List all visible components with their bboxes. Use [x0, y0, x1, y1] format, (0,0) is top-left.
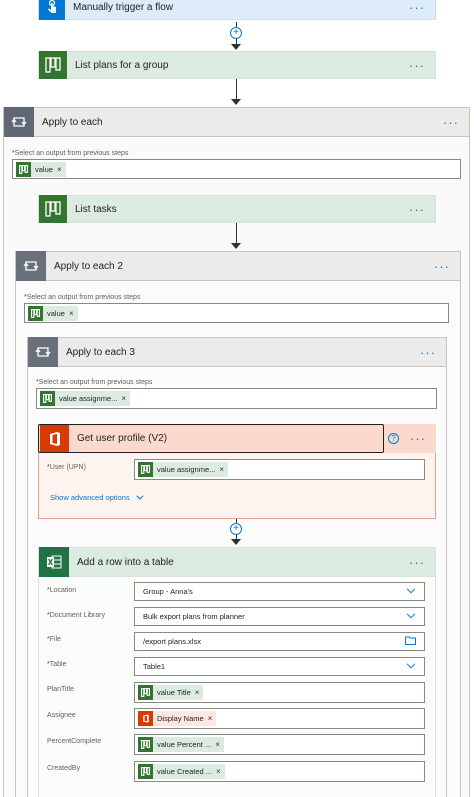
list-tasks-more-button[interactable]: ···	[409, 203, 425, 216]
remove-token-button[interactable]: ×	[195, 688, 200, 697]
remove-token-button[interactable]: ×	[121, 394, 126, 403]
remove-token-button[interactable]: ×	[69, 309, 74, 318]
apply-each-2-select-label: *Select an output from previous steps	[24, 294, 141, 301]
apply-each-1-select-field[interactable]: value ×	[12, 159, 461, 179]
apply-each-3-more-button[interactable]: ···	[420, 346, 436, 359]
user-upn-field[interactable]: value assignme... ×	[134, 459, 425, 480]
apply-each-1-more-button[interactable]: ···	[443, 116, 459, 129]
user-upn-label: *User (UPN)	[47, 464, 86, 471]
planner-icon	[138, 737, 153, 752]
document-library-dropdown[interactable]: Bulk export plans from planner	[134, 607, 425, 626]
apply-each-1-select-label: *Select an output from previous steps	[12, 150, 129, 157]
remove-token-button[interactable]: ×	[215, 740, 220, 749]
add-row-title: Add a row into a table	[77, 556, 174, 568]
connector-arrow	[231, 99, 241, 105]
loop-icon	[4, 107, 34, 137]
plan-title-field[interactable]: value Title ×	[134, 682, 425, 703]
display-name-token[interactable]: Display Name ×	[138, 711, 217, 726]
assignee-field[interactable]: Display Name ×	[134, 708, 425, 729]
apply-each-2-select-field[interactable]: value ×	[24, 303, 449, 323]
value-assignments-token[interactable]: value assignme... ×	[138, 462, 229, 477]
value-assignments-token[interactable]: value assignme... ×	[40, 391, 131, 406]
add-row-header[interactable]: Add a row into a table ···	[38, 547, 436, 577]
planner-icon	[39, 195, 67, 223]
value-percent-token[interactable]: value Percent ... ×	[138, 737, 224, 752]
table-label: *Table	[47, 661, 67, 668]
remove-token-button[interactable]: ×	[219, 465, 224, 474]
planner-icon	[16, 161, 31, 177]
apply-each-3-select-field[interactable]: value assignme... ×	[36, 388, 437, 409]
add-row-more-button[interactable]: ···	[409, 556, 425, 569]
connector-arrow	[231, 44, 241, 50]
connector-line	[236, 223, 237, 245]
connector-arrow	[231, 539, 241, 545]
chevron-down-icon	[406, 659, 416, 668]
loop-icon	[16, 251, 46, 281]
remove-token-button[interactable]: ×	[208, 714, 213, 723]
trigger-card[interactable]: Manually trigger a flow ···	[38, 0, 436, 20]
selected-outline	[38, 424, 384, 453]
list-plans-title: List plans for a group	[75, 59, 169, 71]
created-by-field[interactable]: value Created ... ×	[134, 761, 425, 782]
plan-title-label: PlanTitle	[47, 686, 74, 693]
percent-complete-field[interactable]: value Percent ... ×	[134, 734, 425, 755]
value-created-token[interactable]: value Created ... ×	[138, 764, 225, 779]
touch-trigger-icon	[39, 0, 65, 20]
file-input[interactable]: /export plans.xlsx	[134, 632, 425, 651]
value-token[interactable]: value ×	[28, 305, 78, 321]
planner-icon	[138, 462, 153, 477]
apply-each-2-title: Apply to each 2	[54, 260, 123, 272]
insert-step-button[interactable]: +	[230, 523, 242, 535]
location-dropdown[interactable]: Group - Anna's	[134, 582, 425, 601]
connector-line	[236, 79, 237, 101]
insert-step-button[interactable]: +	[230, 27, 242, 39]
show-advanced-options-link[interactable]: Show advanced options	[50, 492, 144, 502]
apply-each-3-select-label: *Select an output from previous steps	[36, 379, 153, 386]
planner-icon	[28, 305, 43, 321]
get-user-header[interactable]: Get user profile (V2) ? ···	[38, 424, 436, 453]
office365-icon	[138, 711, 153, 726]
table-dropdown[interactable]: Table1	[134, 657, 425, 676]
value-title-token[interactable]: value Title ×	[138, 685, 204, 700]
planner-icon	[40, 391, 55, 406]
apply-each-1-header[interactable]: Apply to each ···	[3, 107, 470, 137]
folder-icon[interactable]	[405, 636, 416, 647]
chevron-down-icon	[406, 609, 416, 618]
assignee-label: Assignee	[47, 712, 76, 719]
list-tasks-card[interactable]: List tasks ···	[38, 195, 436, 223]
connector-arrow	[231, 243, 241, 249]
planner-icon	[138, 764, 153, 779]
list-plans-more-button[interactable]: ···	[409, 59, 425, 72]
planner-icon	[39, 51, 67, 79]
chevron-down-icon	[406, 584, 416, 593]
help-icon[interactable]: ?	[388, 433, 399, 444]
excel-icon	[39, 547, 69, 577]
file-label: *File	[47, 636, 62, 643]
get-user-more-button[interactable]: ···	[410, 432, 426, 445]
percent-complete-label: PercentComplete	[47, 738, 102, 745]
value-token[interactable]: value ×	[16, 161, 66, 177]
apply-each-2-more-button[interactable]: ···	[434, 260, 450, 273]
apply-each-3-title: Apply to each 3	[66, 346, 135, 358]
location-label: *Location	[47, 587, 77, 594]
remove-token-button[interactable]: ×	[216, 767, 221, 776]
trigger-more-button[interactable]: ···	[409, 1, 425, 14]
remove-token-button[interactable]: ×	[57, 165, 62, 174]
list-plans-card[interactable]: List plans for a group ···	[38, 51, 436, 79]
document-library-label: *Document Library	[47, 612, 105, 619]
loop-icon	[28, 337, 58, 367]
trigger-title: Manually trigger a flow	[73, 1, 174, 13]
apply-each-3-header[interactable]: Apply to each 3 ···	[27, 337, 447, 367]
created-by-label: CreatedBy	[47, 765, 81, 772]
apply-each-2-header[interactable]: Apply to each 2 ···	[15, 251, 461, 281]
planner-icon	[138, 685, 153, 700]
apply-each-1-title: Apply to each	[42, 116, 103, 128]
list-tasks-title: List tasks	[75, 203, 117, 215]
